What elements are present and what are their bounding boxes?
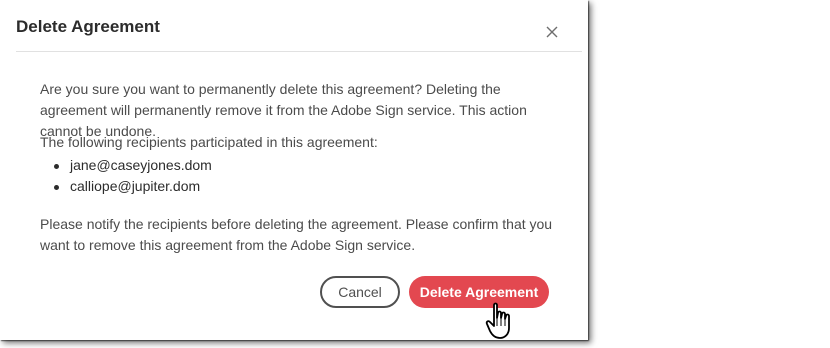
recipient-item: jane@caseyjones.dom bbox=[50, 155, 212, 176]
dialog-header: Delete Agreement bbox=[16, 0, 582, 52]
delete-agreement-dialog: Delete Agreement Are you sure you want t… bbox=[0, 0, 588, 340]
close-icon[interactable] bbox=[544, 24, 560, 40]
recipient-item: calliope@jupiter.dom bbox=[50, 176, 212, 197]
recipients-intro: The following recipients participated in… bbox=[40, 134, 378, 150]
dialog-title: Delete Agreement bbox=[16, 17, 160, 36]
recipient-list: jane@caseyjones.dom calliope@jupiter.dom bbox=[50, 155, 212, 197]
confirm-message: Please notify the recipients before dele… bbox=[40, 216, 553, 253]
delete-agreement-button[interactable]: Delete Agreement bbox=[409, 276, 549, 308]
cancel-button[interactable]: Cancel bbox=[320, 276, 400, 308]
